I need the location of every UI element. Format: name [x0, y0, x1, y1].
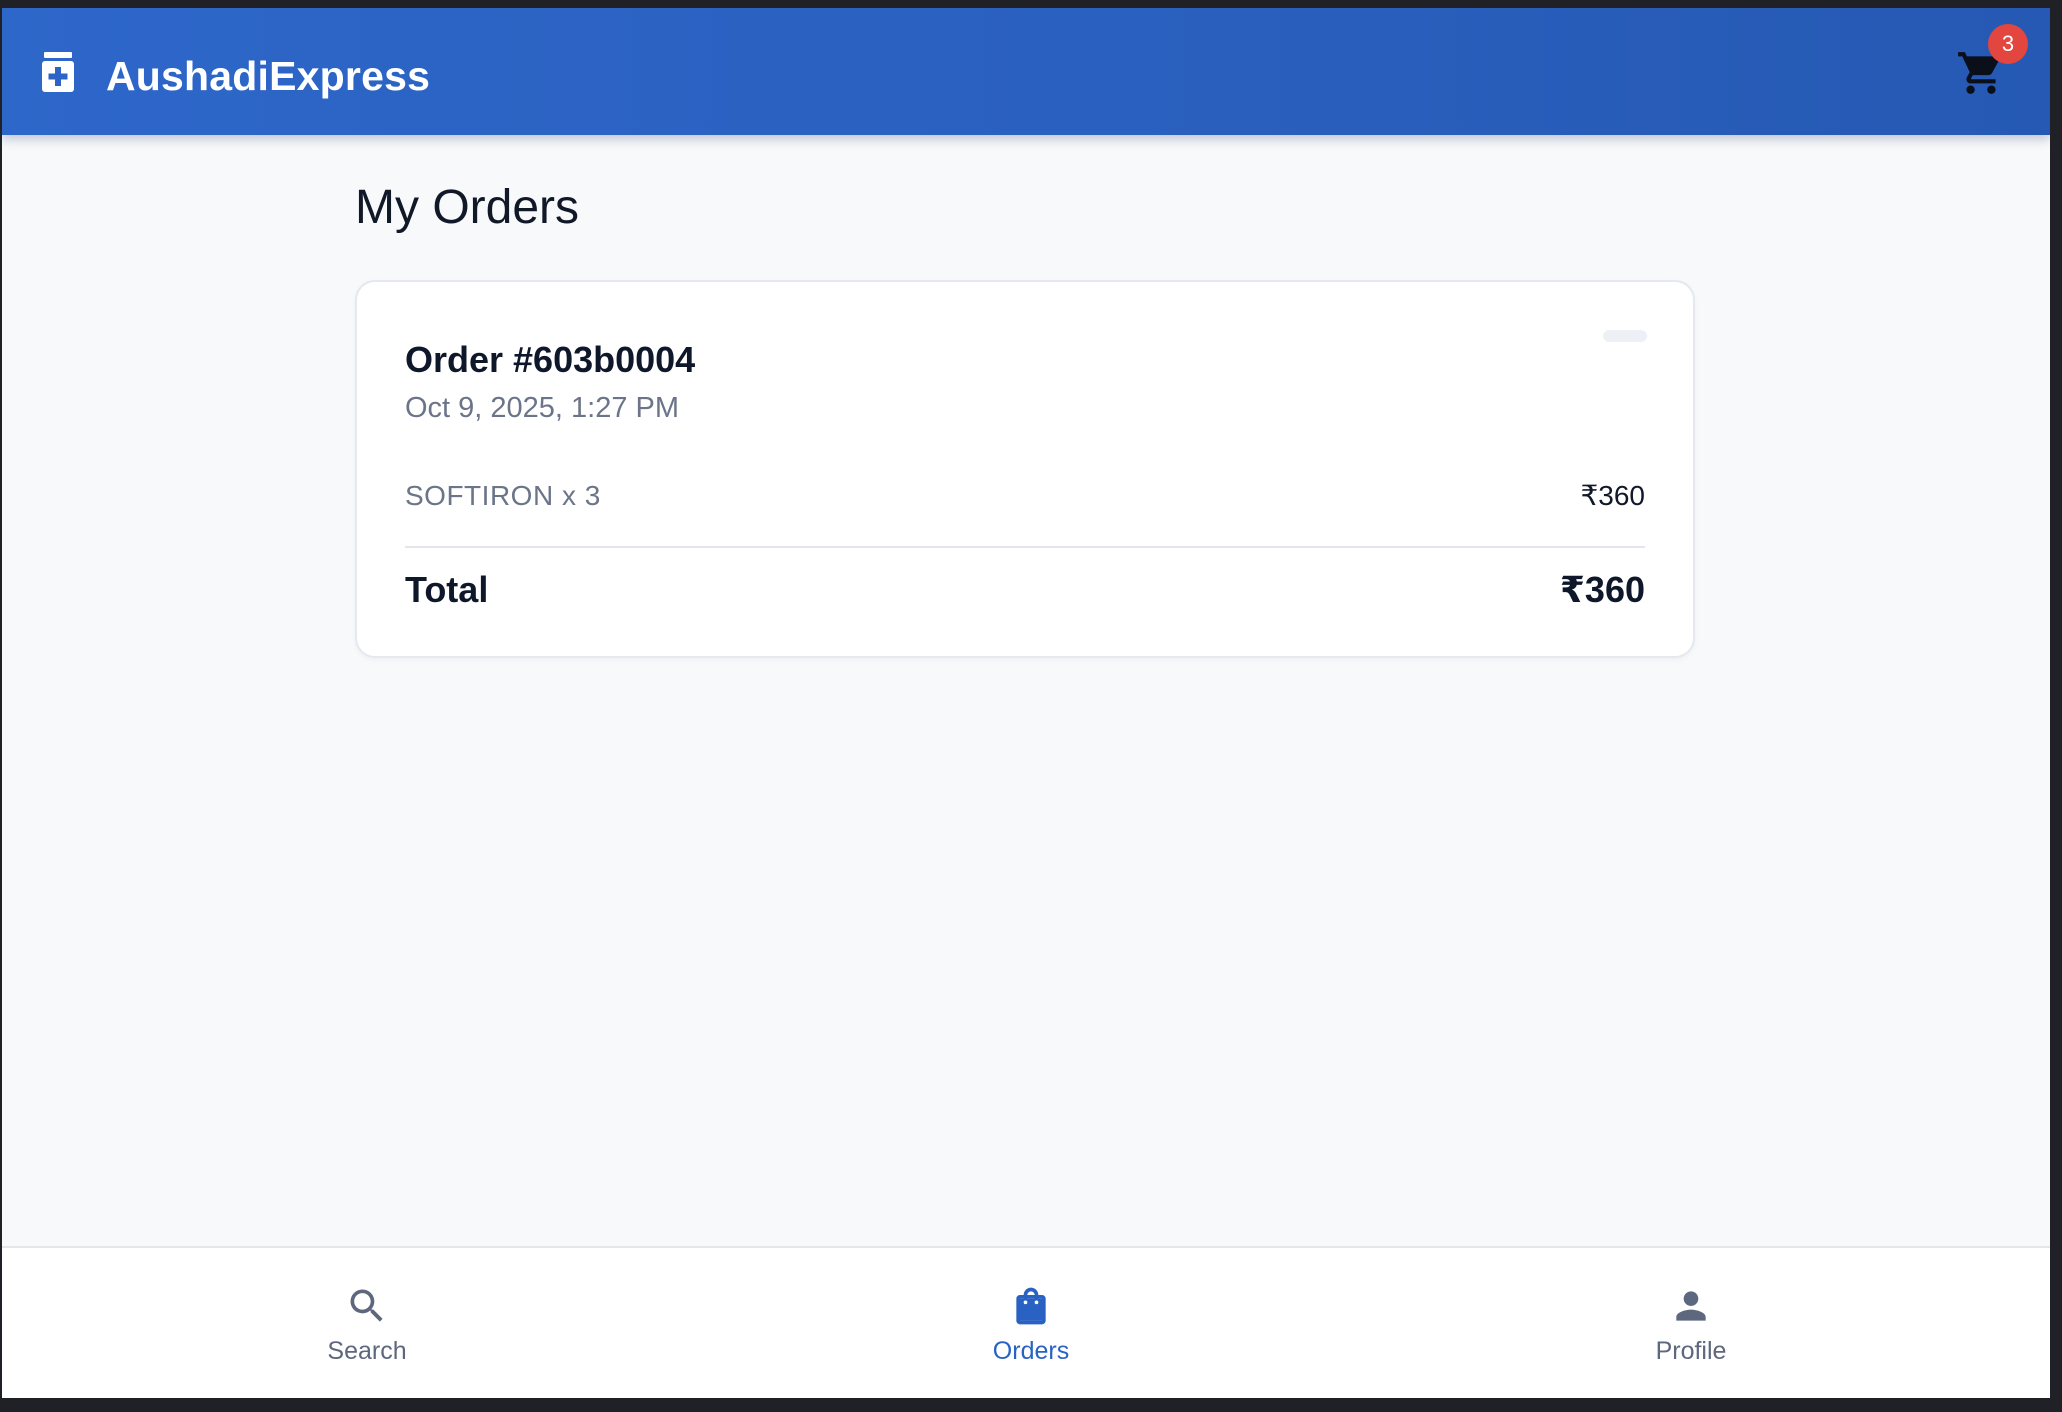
bottom-nav: Search Orders Profile — [2, 1246, 2050, 1398]
order-card[interactable]: Order #603b0004 Oct 9, 2025, 1:27 PM SOF… — [355, 280, 1695, 658]
page-title: My Orders — [355, 181, 580, 234]
nav-label-search: Search — [327, 1337, 407, 1365]
status-badge — [1603, 330, 1647, 342]
divider — [405, 546, 1645, 548]
cart-count-badge: 3 — [1988, 24, 2028, 64]
nav-item-orders[interactable]: Orders — [931, 1248, 1131, 1398]
nav-item-profile[interactable]: Profile — [1591, 1248, 1791, 1398]
order-title: Order #603b0004 — [405, 339, 696, 380]
app-title[interactable]: AushadiExpress — [106, 52, 430, 100]
order-date: Oct 9, 2025, 1:27 PM — [405, 392, 680, 424]
app-window: AushadiExpress 3 My Orders Order #603b00… — [2, 8, 2050, 1398]
order-item-name: SOFTIRON x 3 — [405, 480, 601, 511]
nav-label-profile: Profile — [1655, 1337, 1727, 1365]
order-item-price: ₹360 — [1580, 480, 1645, 511]
app-bar: AushadiExpress 3 — [2, 8, 2050, 135]
total-value: ₹360 — [1559, 569, 1645, 610]
nav-label-orders: Orders — [992, 1337, 1070, 1365]
person-icon — [1676, 1291, 1706, 1321]
medicine-bottle-icon — [42, 52, 74, 92]
search-icon — [350, 1289, 383, 1322]
nav-item-search[interactable]: Search — [267, 1248, 467, 1398]
total-label: Total — [405, 569, 489, 610]
shopping-bag-icon — [1016, 1287, 1046, 1325]
